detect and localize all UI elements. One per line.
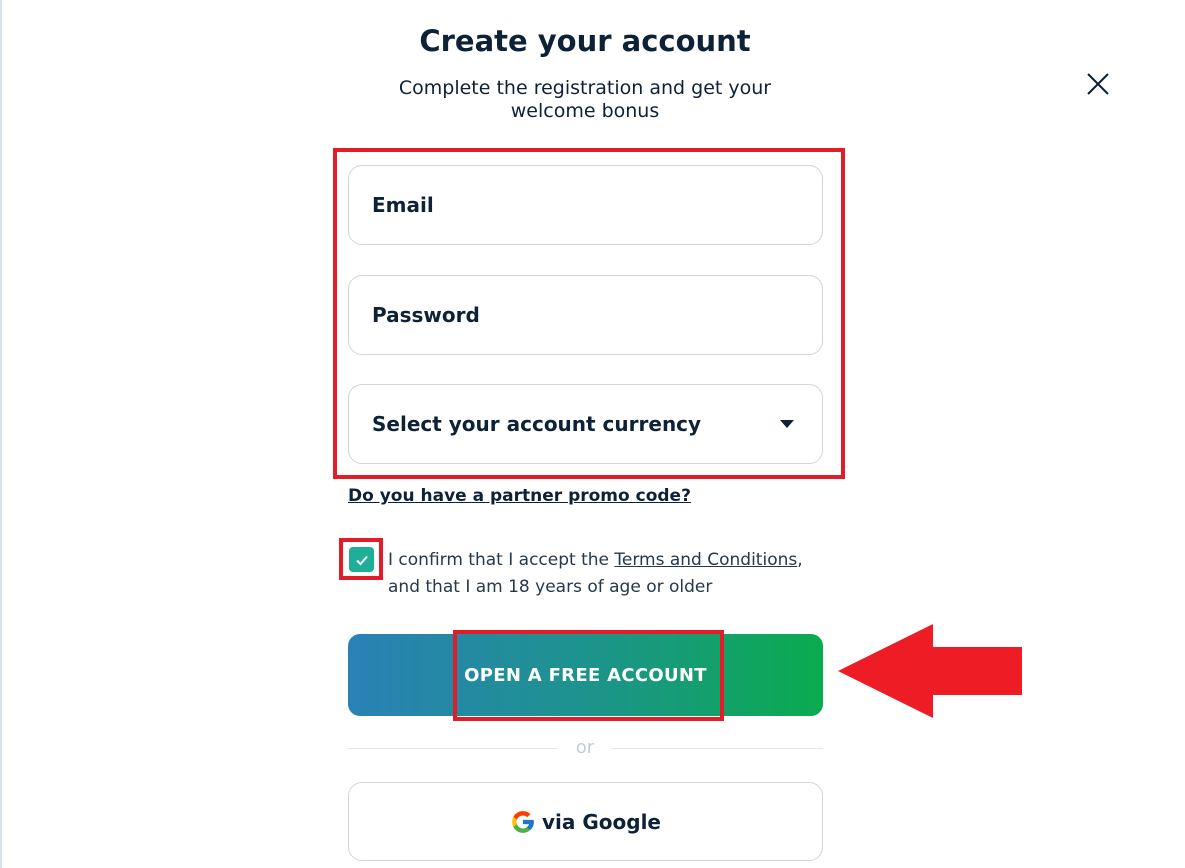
email-field[interactable]: [348, 165, 823, 245]
page-subtitle: Complete the registration and get your w…: [398, 77, 772, 122]
close-icon: [1087, 73, 1109, 95]
google-signup-button[interactable]: via Google: [348, 782, 823, 861]
page-title: Create your account: [419, 24, 751, 58]
left-divider: [0, 0, 2, 868]
terms-consent-text: I confirm that I accept the Terms and Co…: [388, 547, 828, 601]
promo-code-link[interactable]: Do you have a partner promo code?: [348, 486, 691, 506]
consent-text-before: I confirm that I accept the: [388, 550, 615, 570]
google-button-label: via Google: [542, 809, 661, 834]
or-separator: or: [575, 737, 595, 758]
email-input[interactable]: [372, 193, 792, 217]
button-highlight-box: [453, 630, 724, 721]
google-icon: [510, 809, 536, 835]
chevron-down-icon: [780, 420, 794, 428]
divider-left: [348, 748, 558, 749]
terms-link[interactable]: Terms and Conditions: [614, 550, 797, 570]
currency-select-label: Select your account currency: [372, 412, 702, 436]
registration-page: Create your account Complete the registr…: [0, 0, 1185, 868]
password-field[interactable]: [348, 275, 823, 355]
terms-checkbox[interactable]: [349, 547, 374, 572]
check-icon: [355, 555, 368, 565]
currency-select[interactable]: Select your account currency: [348, 384, 823, 464]
close-button[interactable]: [1084, 70, 1112, 98]
password-input[interactable]: [372, 303, 792, 327]
arrow-left-icon: [838, 624, 1022, 718]
divider-right: [612, 748, 823, 749]
